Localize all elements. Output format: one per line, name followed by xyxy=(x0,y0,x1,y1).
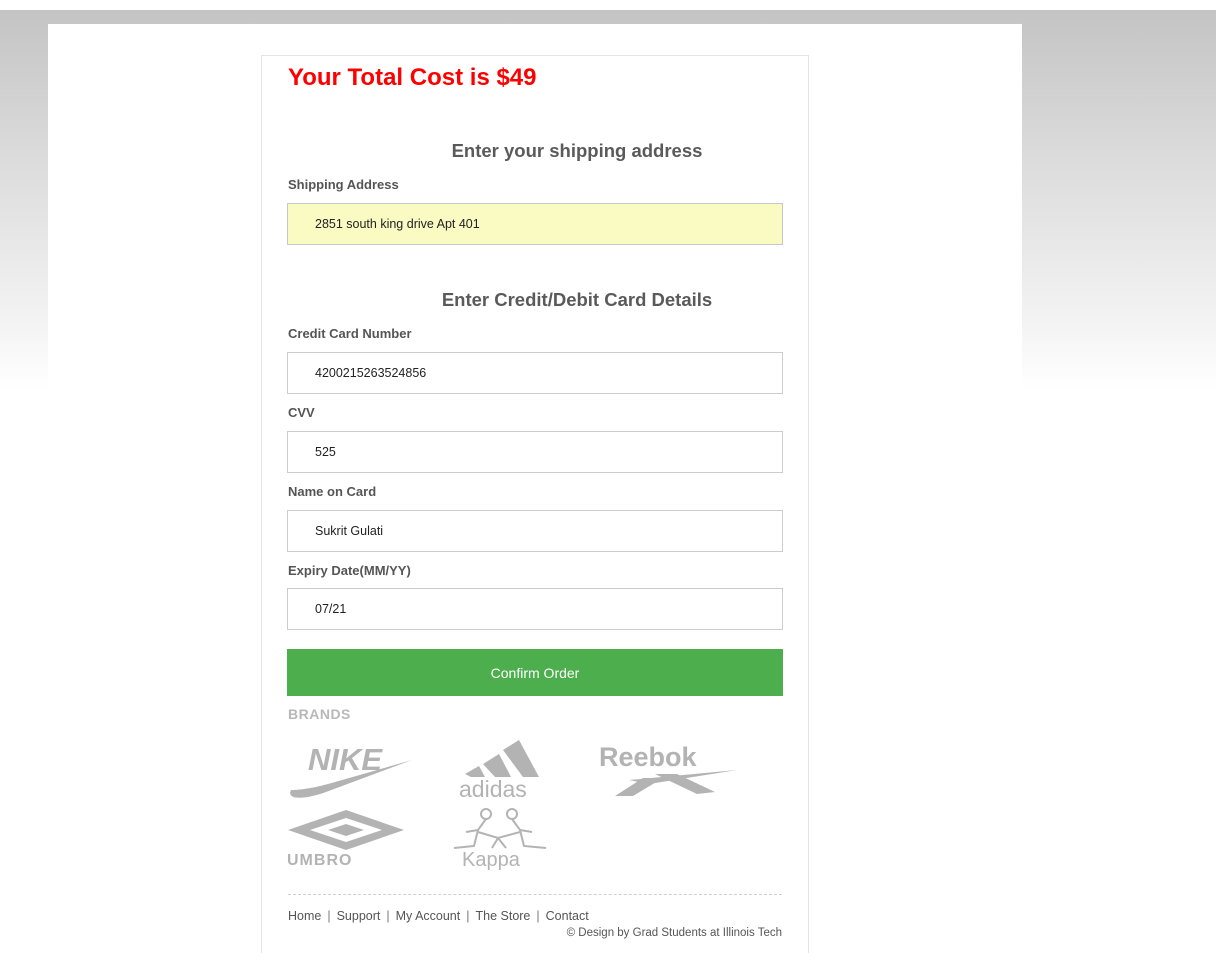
footer-divider xyxy=(288,894,782,895)
footer-link-home[interactable]: Home xyxy=(288,909,321,923)
footer-link-my-account[interactable]: My Account xyxy=(396,909,461,923)
brands-heading: BRANDS xyxy=(288,706,351,722)
adidas-logo-icon[interactable]: adidas xyxy=(455,740,565,800)
confirm-order-button[interactable]: Confirm Order xyxy=(287,649,783,696)
total-cost-heading: Your Total Cost is $49 xyxy=(288,64,537,91)
umbro-logo-icon[interactable]: UMBRO xyxy=(286,808,416,868)
footer-credit: © Design by Grad Students at Illinois Te… xyxy=(566,927,782,939)
cvv-label: CVV xyxy=(288,405,315,420)
footer-separator: | xyxy=(386,909,390,923)
name-on-card-label: Name on Card xyxy=(288,484,377,499)
footer-separator: | xyxy=(327,909,331,923)
umbro-wordmark: UMBRO xyxy=(287,852,352,868)
card-number-input[interactable] xyxy=(287,352,783,394)
adidas-wordmark: adidas xyxy=(459,776,527,800)
shipping-address-label: Shipping Address xyxy=(288,177,399,192)
card-section-heading: Enter Credit/Debit Card Details xyxy=(441,289,713,310)
footer-link-the-store[interactable]: The Store xyxy=(476,909,531,923)
nike-logo-icon[interactable]: NIKE xyxy=(286,740,416,800)
kappa-wordmark: Kappa xyxy=(462,849,521,870)
footer-nav: Home | Support | My Account | The Store | Contac… xyxy=(288,909,589,923)
footer-separator: | xyxy=(466,909,470,923)
footer-separator: | xyxy=(536,909,540,923)
expiry-date-input[interactable] xyxy=(287,588,783,630)
footer-link-support[interactable]: Support xyxy=(337,909,381,923)
name-on-card-input[interactable] xyxy=(287,510,783,552)
cvv-input[interactable] xyxy=(287,431,783,473)
reebok-logo-icon[interactable]: Reebok xyxy=(597,740,757,800)
reebok-wordmark: Reebok xyxy=(599,742,698,772)
expiry-date-label: Expiry Date(MM/YY) xyxy=(288,563,411,578)
shipping-section-heading: Enter your shipping address xyxy=(451,140,703,161)
kappa-logo-icon[interactable]: Kappa xyxy=(446,806,566,870)
shipping-address-input[interactable] xyxy=(287,203,783,245)
card-number-label: Credit Card Number xyxy=(288,326,412,341)
footer-link-contact[interactable]: Contact xyxy=(546,909,589,923)
